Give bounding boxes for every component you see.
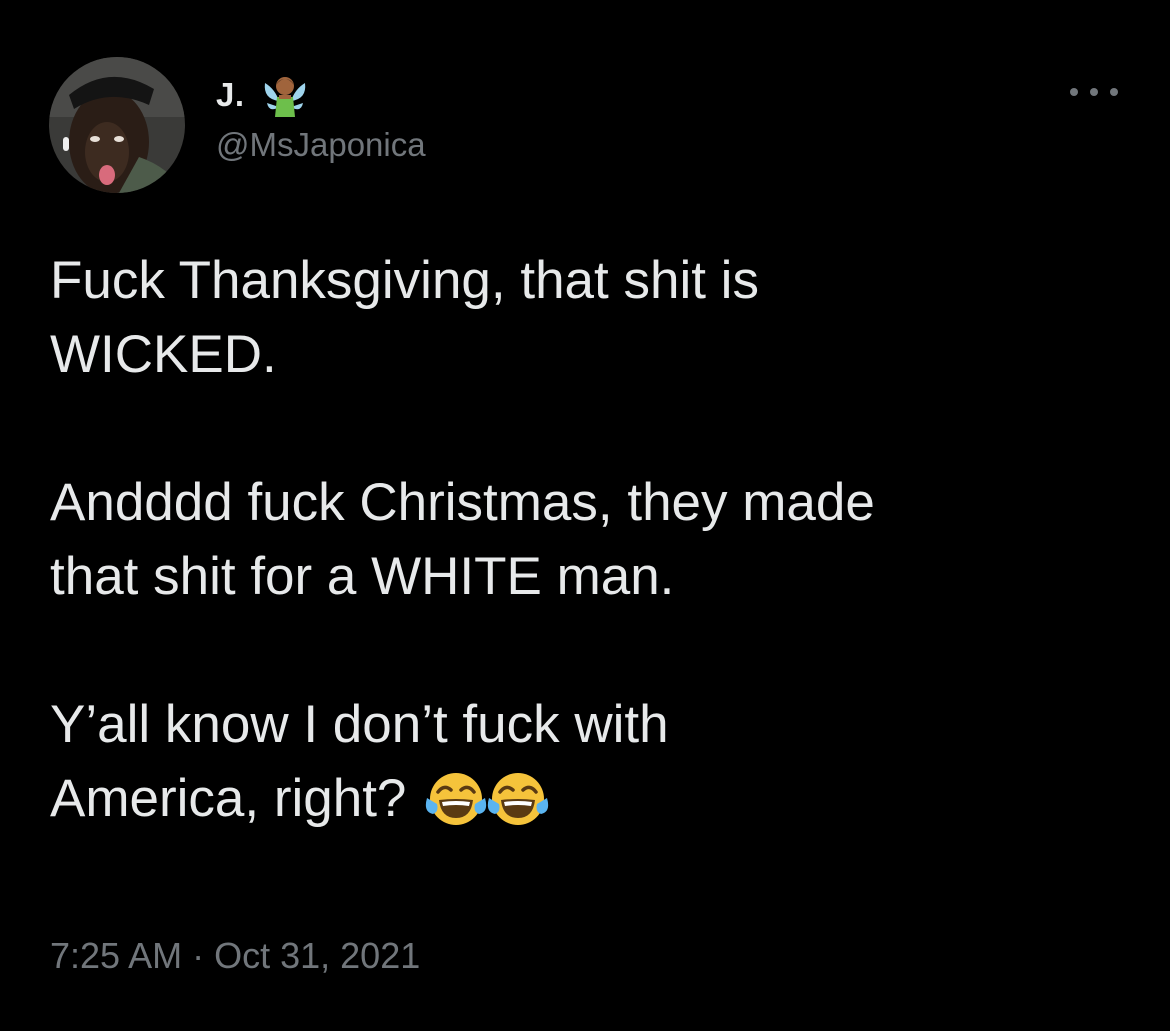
author-handle[interactable]: @MsJaponica bbox=[216, 126, 426, 164]
tweet-timestamp: 7:25 AM · Oct 31, 2021 bbox=[50, 935, 420, 977]
tweet-time[interactable]: 7:25 AM bbox=[50, 935, 182, 976]
face-with-tears-of-joy-emoji bbox=[425, 773, 487, 825]
timestamp-separator: · bbox=[182, 935, 215, 976]
avatar[interactable] bbox=[49, 57, 185, 193]
author-name-row[interactable]: J. bbox=[216, 72, 309, 118]
fairy-emoji bbox=[264, 77, 305, 117]
avatar-photo bbox=[49, 57, 185, 193]
tweet-line: Fuck Thanksgiving, that shit is bbox=[50, 251, 759, 310]
tweet-line: America, right? bbox=[50, 769, 407, 828]
more-horizontal-icon bbox=[1070, 88, 1078, 96]
face-with-tears-of-joy-emoji bbox=[487, 773, 549, 825]
tweet-line: that shit for a WHITE man. bbox=[50, 547, 675, 606]
tweet-line: WICKED. bbox=[50, 325, 277, 384]
tweet-line: Andddd fuck Christmas, they made bbox=[50, 473, 875, 532]
more-options-button[interactable] bbox=[1070, 80, 1118, 104]
tweet-date[interactable]: Oct 31, 2021 bbox=[214, 935, 420, 976]
more-dot bbox=[1110, 88, 1118, 96]
tweet-line: Y’all know I don’t fuck with bbox=[50, 695, 669, 754]
tweet-line-with-emoji: America, right? bbox=[50, 762, 1130, 836]
more-dot bbox=[1090, 88, 1098, 96]
tweet-text: Fuck Thanksgiving, that shit is WICKED. … bbox=[50, 244, 1130, 836]
author-display-name[interactable]: J. bbox=[216, 76, 245, 114]
